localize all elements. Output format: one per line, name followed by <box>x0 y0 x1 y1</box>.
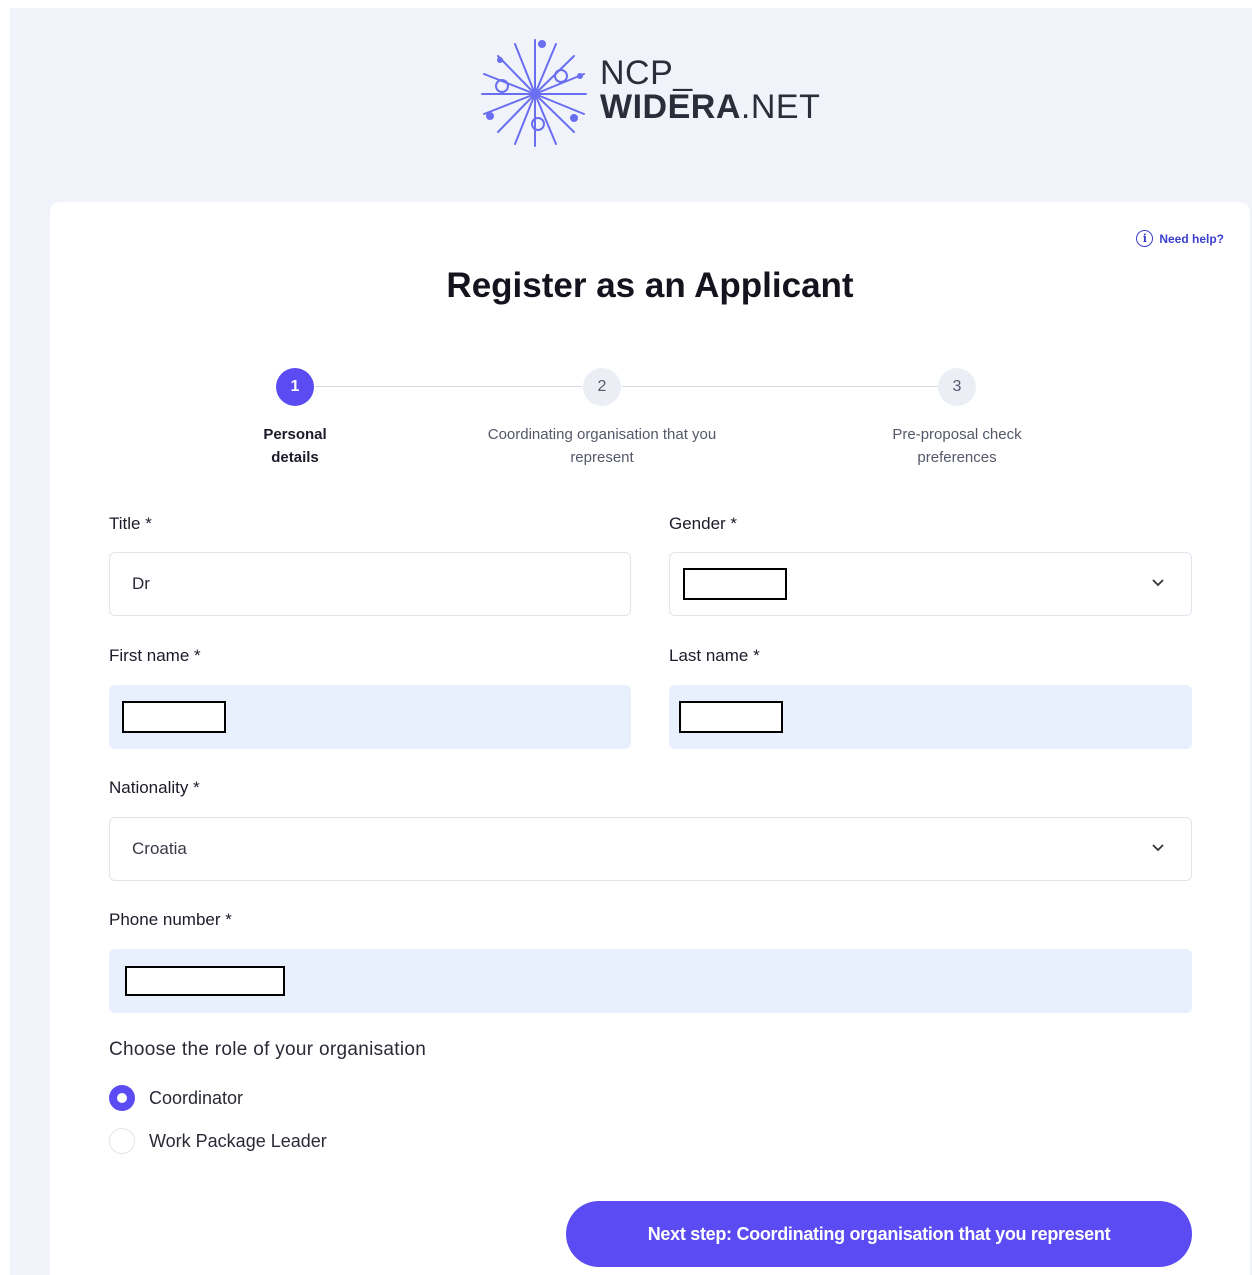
logo-burst-icon <box>481 39 587 147</box>
radio-work-package-leader[interactable]: Work Package Leader <box>109 1128 327 1154</box>
logo: NCP_ WIDERA.NET <box>478 36 838 152</box>
last-name-label: Last name * <box>669 646 760 665</box>
need-help-label: Need help? <box>1159 231 1224 246</box>
gender-label: Gender * <box>669 514 738 533</box>
gender-select[interactable] <box>669 552 1192 616</box>
step-label: Personal details <box>263 426 327 466</box>
step-number: 2 <box>583 368 621 406</box>
last-name-input[interactable] <box>669 685 1192 749</box>
radio-label: Work Package Leader <box>149 1130 327 1151</box>
first-name-label: First name * <box>109 646 201 665</box>
nationality-label: Nationality * <box>109 778 200 797</box>
nationality-select[interactable]: Croatia <box>109 817 1192 881</box>
radio-label: Coordinator <box>149 1087 244 1108</box>
need-help-link[interactable]: i Need help? <box>1136 230 1224 247</box>
redacted-value <box>683 568 787 600</box>
logo-line-2: WIDERA.NET <box>600 90 820 124</box>
logo-wordmark: NCP_ WIDERA.NET <box>600 56 820 124</box>
role-question: Choose the role of your organisation <box>109 1039 427 1060</box>
page-title: Register as an Applicant <box>446 266 854 305</box>
radio-unselected-icon <box>109 1128 135 1154</box>
title-label: Title * <box>109 514 152 533</box>
logo-suffix: .NET <box>740 88 821 126</box>
step-label: Coordinating organisation that you repre… <box>487 426 717 466</box>
redacted-value <box>125 966 285 996</box>
title-value: Dr <box>132 574 150 593</box>
logo-line-1: NCP_ <box>600 54 693 92</box>
step-personal-details: 1 Personal details <box>165 368 425 469</box>
registration-card: i Need help? Register as an Applicant 1 … <box>50 202 1250 1275</box>
title-input[interactable]: Dr <box>109 552 631 616</box>
step-number: 3 <box>938 368 976 406</box>
next-step-button[interactable]: Next step: Coordinating organisation tha… <box>566 1201 1192 1267</box>
step-label: Pre-proposal check preferences <box>892 426 1022 466</box>
chevron-down-icon <box>1152 844 1164 852</box>
radio-selected-icon <box>109 1085 135 1111</box>
step-pre-proposal-check: 3 Pre-proposal check preferences <box>827 368 1087 469</box>
logo-bold-part: WIDERA <box>600 88 741 126</box>
chevron-down-icon <box>1152 579 1164 587</box>
radio-coordinator[interactable]: Coordinator <box>109 1085 243 1111</box>
first-name-input[interactable] <box>109 685 631 749</box>
nationality-value: Croatia <box>132 839 187 858</box>
step-coordinating-organisation: 2 Coordinating organisation that you rep… <box>472 368 732 469</box>
progress-stepper: 1 Personal details 2 Coordinating organi… <box>50 368 1250 468</box>
redacted-value <box>122 701 226 733</box>
phone-input[interactable] <box>109 949 1192 1013</box>
step-number: 1 <box>276 368 314 406</box>
phone-label: Phone number * <box>109 910 232 929</box>
info-icon: i <box>1136 230 1154 247</box>
redacted-value <box>679 701 783 733</box>
